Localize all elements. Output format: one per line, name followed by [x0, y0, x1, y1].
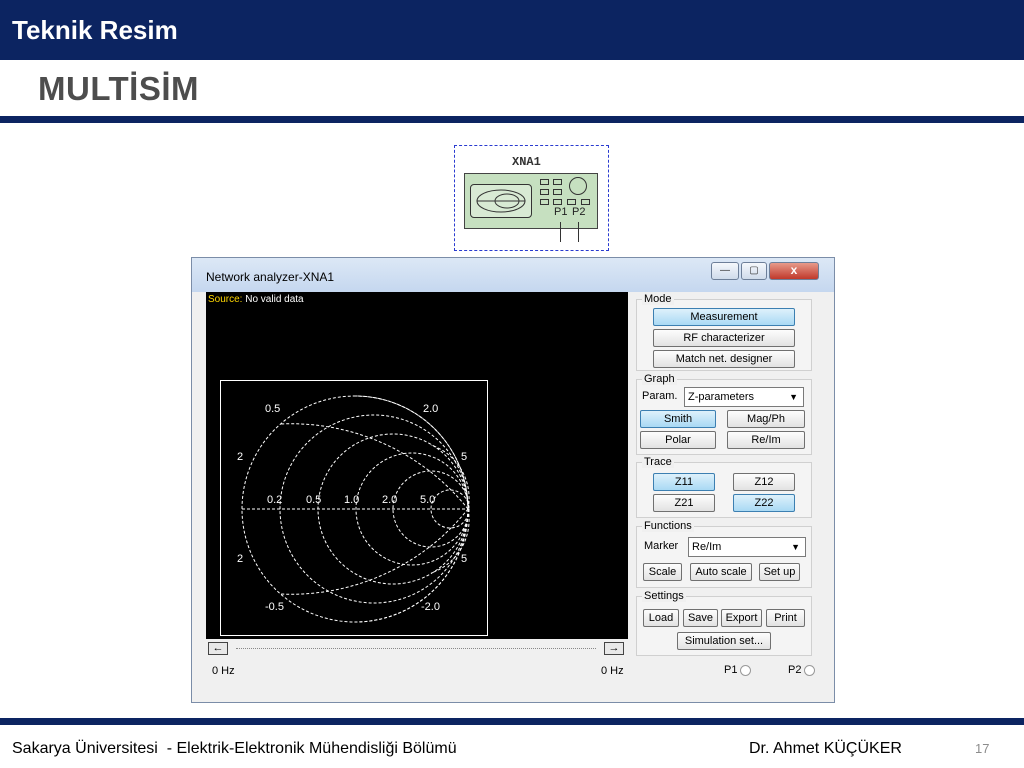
instrument-knob-icon: [569, 177, 587, 195]
maximize-button[interactable]: ▢: [741, 262, 767, 280]
footer-author: Dr. Ahmet KÜÇÜKER: [749, 740, 902, 757]
smith-button[interactable]: Smith: [640, 410, 716, 428]
polar-button[interactable]: Polar: [640, 431, 716, 449]
instrument-screen-icon: [470, 184, 532, 218]
trace-z22-button[interactable]: Z22: [733, 494, 795, 512]
instrument-key-icon: [553, 199, 562, 205]
network-analyzer-window: Network analyzer-XNA1 — ▢ x Source: No v…: [191, 257, 835, 703]
rf-characterizer-button[interactable]: RF characterizer: [653, 329, 795, 347]
export-button[interactable]: Export: [721, 609, 762, 627]
smith-label-left-upper: 2: [237, 451, 244, 463]
port-pin-p2[interactable]: [578, 222, 579, 242]
page-number: 17: [975, 741, 990, 756]
instrument-key-icon: [540, 179, 549, 185]
instrument-key-icon: [567, 199, 576, 205]
radio-p1-label: P1: [724, 664, 738, 676]
slide: Teknik Resim MULTİSİM XNA1 P1 P2 Network…: [0, 0, 1024, 768]
footer-divider: [0, 718, 1024, 725]
trace-z12-button[interactable]: Z12: [733, 473, 795, 491]
trace-group-title: Trace: [642, 456, 674, 468]
marker-select-value: Re/Im: [692, 541, 722, 553]
instrument-key-icon: [540, 189, 549, 195]
measurement-button[interactable]: Measurement: [653, 308, 795, 326]
graph-display[interactable]: Source: No valid data 0.5 2.0 2 5 0.2 0.…: [206, 292, 628, 639]
print-button[interactable]: Print: [766, 609, 805, 627]
smith-label-axis-02: 0.2: [267, 494, 283, 506]
smith-label-axis-05: 0.5: [306, 494, 322, 506]
smith-label-left-lower: 2: [237, 553, 244, 565]
window-title: Network analyzer-XNA1: [206, 270, 335, 284]
frequency-track[interactable]: [236, 648, 596, 649]
smith-label-right-upper: 5: [461, 451, 468, 463]
instrument-key-icon: [553, 179, 562, 185]
radio-p1[interactable]: [740, 665, 751, 676]
instrument-label: XNA1: [512, 155, 541, 169]
save-button[interactable]: Save: [683, 609, 718, 627]
instrument-key-icon: [540, 199, 549, 205]
right-arrow-icon[interactable]: →: [604, 642, 624, 655]
smith-chart-frame: 0.5 2.0 2 5 0.2 0.5 1.0 2.0 5.0 2 5 -0.5…: [220, 380, 488, 636]
param-label: Param.: [642, 390, 678, 402]
trace-z11-button[interactable]: Z11: [653, 473, 715, 491]
window-titlebar[interactable]: Network analyzer-XNA1 — ▢ x: [192, 258, 834, 292]
re-im-button[interactable]: Re/Im: [727, 431, 805, 449]
smith-label-axis-50: 5.0: [420, 494, 436, 506]
port-pin-p1[interactable]: [560, 222, 561, 242]
close-button[interactable]: x: [769, 262, 819, 280]
freq-end-readout: 0 Hz: [601, 665, 624, 677]
source-readout: Source: No valid data: [208, 294, 304, 305]
marker-select[interactable]: Re/Im ▼: [688, 537, 806, 557]
header-bar: Teknik Resim: [0, 0, 1024, 60]
port-label-p2: P2: [572, 206, 586, 218]
scale-button[interactable]: Scale: [643, 563, 682, 581]
instrument-key-icon: [553, 189, 562, 195]
smith-label-bottom-right: -2.0: [421, 601, 440, 613]
graph-group-title: Graph: [642, 373, 677, 385]
instrument-key-icon: [581, 199, 590, 205]
trace-z21-button[interactable]: Z21: [653, 494, 715, 512]
marker-label: Marker: [644, 540, 679, 552]
chevron-down-icon: ▼: [789, 392, 798, 402]
smith-chart-grid: [241, 395, 470, 623]
radio-p2[interactable]: [804, 665, 815, 676]
footer-institution: Sakarya Üniversitesi - Elektrik-Elektron…: [12, 740, 457, 757]
chevron-down-icon: ▼: [791, 542, 800, 552]
radio-p2-label: P2: [788, 664, 802, 676]
mag-ph-button[interactable]: Mag/Ph: [727, 410, 805, 428]
match-net-designer-button[interactable]: Match net. designer: [653, 350, 795, 368]
auto-scale-button[interactable]: Auto scale: [690, 563, 752, 581]
functions-group-title: Functions: [642, 520, 694, 532]
param-select-value: Z-parameters: [688, 391, 755, 403]
settings-group-title: Settings: [642, 590, 686, 602]
mode-group-title: Mode: [642, 293, 674, 305]
left-arrow-icon[interactable]: ←: [208, 642, 228, 655]
param-select[interactable]: Z-parameters ▼: [684, 387, 804, 407]
smith-label-top-left: 0.5: [265, 403, 281, 415]
set-up-button[interactable]: Set up: [759, 563, 800, 581]
smith-label-bottom-left: -0.5: [265, 601, 284, 613]
freq-start-readout: 0 Hz: [212, 665, 235, 677]
load-button[interactable]: Load: [643, 609, 679, 627]
header-divider: [0, 116, 1024, 123]
source-value: No valid data: [245, 294, 304, 305]
slide-subtitle: MULTİSİM: [38, 70, 200, 107]
minimize-button[interactable]: —: [711, 262, 739, 280]
frequency-scrollbar[interactable]: ← →: [206, 640, 628, 658]
smith-label-top-right: 2.0: [423, 403, 439, 415]
port-label-p1: P1: [554, 206, 568, 218]
smith-label-right-lower: 5: [461, 553, 468, 565]
header-title: Teknik Resim: [12, 15, 178, 45]
simulation-settings-button[interactable]: Simulation set...: [677, 632, 771, 650]
smith-label-axis-10: 1.0: [344, 494, 360, 506]
source-label: Source:: [208, 294, 243, 305]
smith-label-axis-20: 2.0: [382, 494, 398, 506]
